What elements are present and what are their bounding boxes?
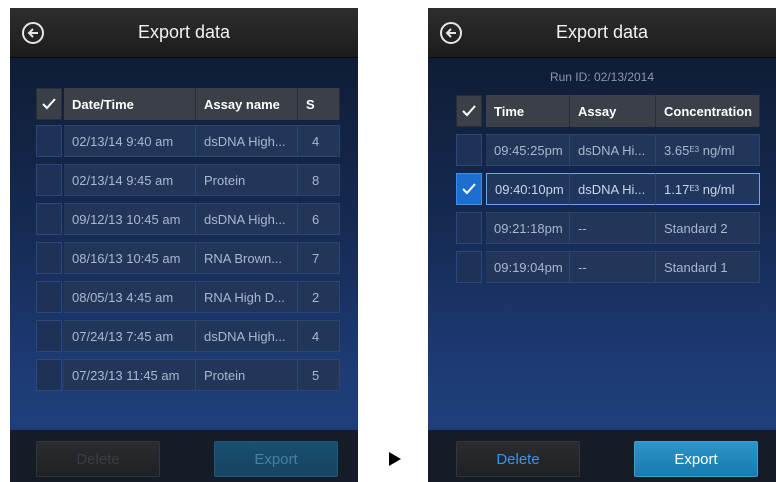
table-header: Time Assay Concentration [456,95,760,127]
cell-s: 4 [298,320,340,352]
cell-datetime: 08/05/13 4:45 am [64,281,196,313]
checkmark-icon [462,183,476,195]
cell-datetime: 02/13/14 9:40 am [64,125,196,157]
select-all-checkbox[interactable] [36,88,62,120]
cell-time: 09:19:04pm [486,251,570,283]
cell-s: 7 [298,242,340,274]
cell-time: 09:21:18pm [486,212,570,244]
cell-assay: -- [570,212,656,244]
concentration-value: 3.65 [664,142,690,158]
table-header: Date/Time Assay name S [36,88,340,120]
row-checkbox[interactable] [36,125,62,157]
row-checkbox[interactable] [36,281,62,313]
row-checkbox[interactable] [36,320,62,352]
column-header-time[interactable]: Time [486,95,570,127]
row-checkbox[interactable] [36,242,62,274]
cell-concentration: 1.17 E3 ng/ml [656,173,760,205]
cell-time: 09:40:10pm [486,173,570,205]
checkmark-icon [462,105,476,117]
cell-assay: RNA Brown... [196,242,298,274]
concentration-text: Standard 2 [664,220,728,236]
export-button[interactable]: Export [634,441,758,477]
column-header-assay[interactable]: Assay [570,95,656,127]
bottom-bar: Delete Export [10,430,358,482]
row-checkbox[interactable] [456,251,482,283]
row-checkbox[interactable] [456,173,482,205]
checkmark-icon [42,98,56,110]
row-checkbox[interactable] [36,164,62,196]
cell-s: 5 [298,359,340,391]
cell-assay: Protein [196,164,298,196]
column-header-concentration[interactable]: Concentration [656,95,760,127]
table-row[interactable]: 09:40:10pm dsDNA Hi... 1.17 E3 ng/ml [456,173,760,205]
cell-assay: RNA High D... [196,281,298,313]
page-title: Export data [137,22,231,42]
concentration-value: 1.17 [664,181,690,197]
select-all-checkbox[interactable] [456,95,482,127]
export-button[interactable]: Export [214,441,338,477]
cell-s: 6 [298,203,340,235]
table-row[interactable]: 09:21:18pm -- Standard 2 [456,212,760,244]
cell-datetime: 07/24/13 7:45 am [64,320,196,352]
title-bar: Export data [10,8,358,58]
cell-assay: dsDNA High... [196,320,298,352]
cell-assay: dsDNA High... [196,203,298,235]
column-header-s[interactable]: S [298,88,340,120]
cell-s: 8 [298,164,340,196]
delete-button[interactable]: Delete [456,441,580,477]
page-title: Export data [555,22,649,42]
cell-s: 4 [298,125,340,157]
concentration-unit: ng/ml [699,142,735,158]
cell-assay: Protein [196,359,298,391]
cell-time: 09:45:25pm [486,134,570,166]
title-bar: Export data [428,8,776,58]
run-id-label: Run ID: 02/13/2014 [549,70,655,84]
delete-button[interactable]: Delete [36,441,160,477]
row-checkbox[interactable] [456,134,482,166]
table-row[interactable]: 07/23/13 11:45 am Protein 5 [36,359,340,391]
table-row[interactable]: 08/05/13 4:45 am RNA High D... 2 [36,281,340,313]
cell-datetime: 09/12/13 10:45 am [64,203,196,235]
cell-assay: dsDNA Hi... [570,173,656,205]
table-row[interactable]: 07/24/13 7:45 am dsDNA High... 4 [36,320,340,352]
export-screen-right: Export data Run ID: 02/13/2014 Time Assa… [428,8,776,482]
cell-assay: dsDNA High... [196,125,298,157]
row-checkbox[interactable] [36,203,62,235]
column-header-datetime[interactable]: Date/Time [64,88,196,120]
play-arrow-icon [389,452,401,466]
bottom-bar: Delete Export [428,430,776,482]
concentration-text: Standard 1 [664,259,728,275]
cell-concentration: Standard 2 [656,212,760,244]
concentration-unit: ng/ml [699,181,735,197]
table-row[interactable]: 09:19:04pm -- Standard 1 [456,251,760,283]
cell-assay: -- [570,251,656,283]
table-row[interactable]: 02/13/14 9:40 am dsDNA High... 4 [36,125,340,157]
table-row[interactable]: 08/16/13 10:45 am RNA Brown... 7 [36,242,340,274]
cell-datetime: 08/16/13 10:45 am [64,242,196,274]
column-header-assay[interactable]: Assay name [196,88,298,120]
cell-datetime: 02/13/14 9:45 am [64,164,196,196]
table-row[interactable]: 09/12/13 10:45 am dsDNA High... 6 [36,203,340,235]
cell-concentration: Standard 1 [656,251,760,283]
cell-s: 2 [298,281,340,313]
cell-datetime: 07/23/13 11:45 am [64,359,196,391]
table-row[interactable]: 02/13/14 9:45 am Protein 8 [36,164,340,196]
cell-concentration: 3.65 E3 ng/ml [656,134,760,166]
row-checkbox[interactable] [36,359,62,391]
row-checkbox[interactable] [456,212,482,244]
export-screen-left: Export data Date/Time Assay name S 02/13… [10,8,358,482]
cell-assay: dsDNA Hi... [570,134,656,166]
table-row[interactable]: 09:45:25pm dsDNA Hi... 3.65 E3 ng/ml [456,134,760,166]
